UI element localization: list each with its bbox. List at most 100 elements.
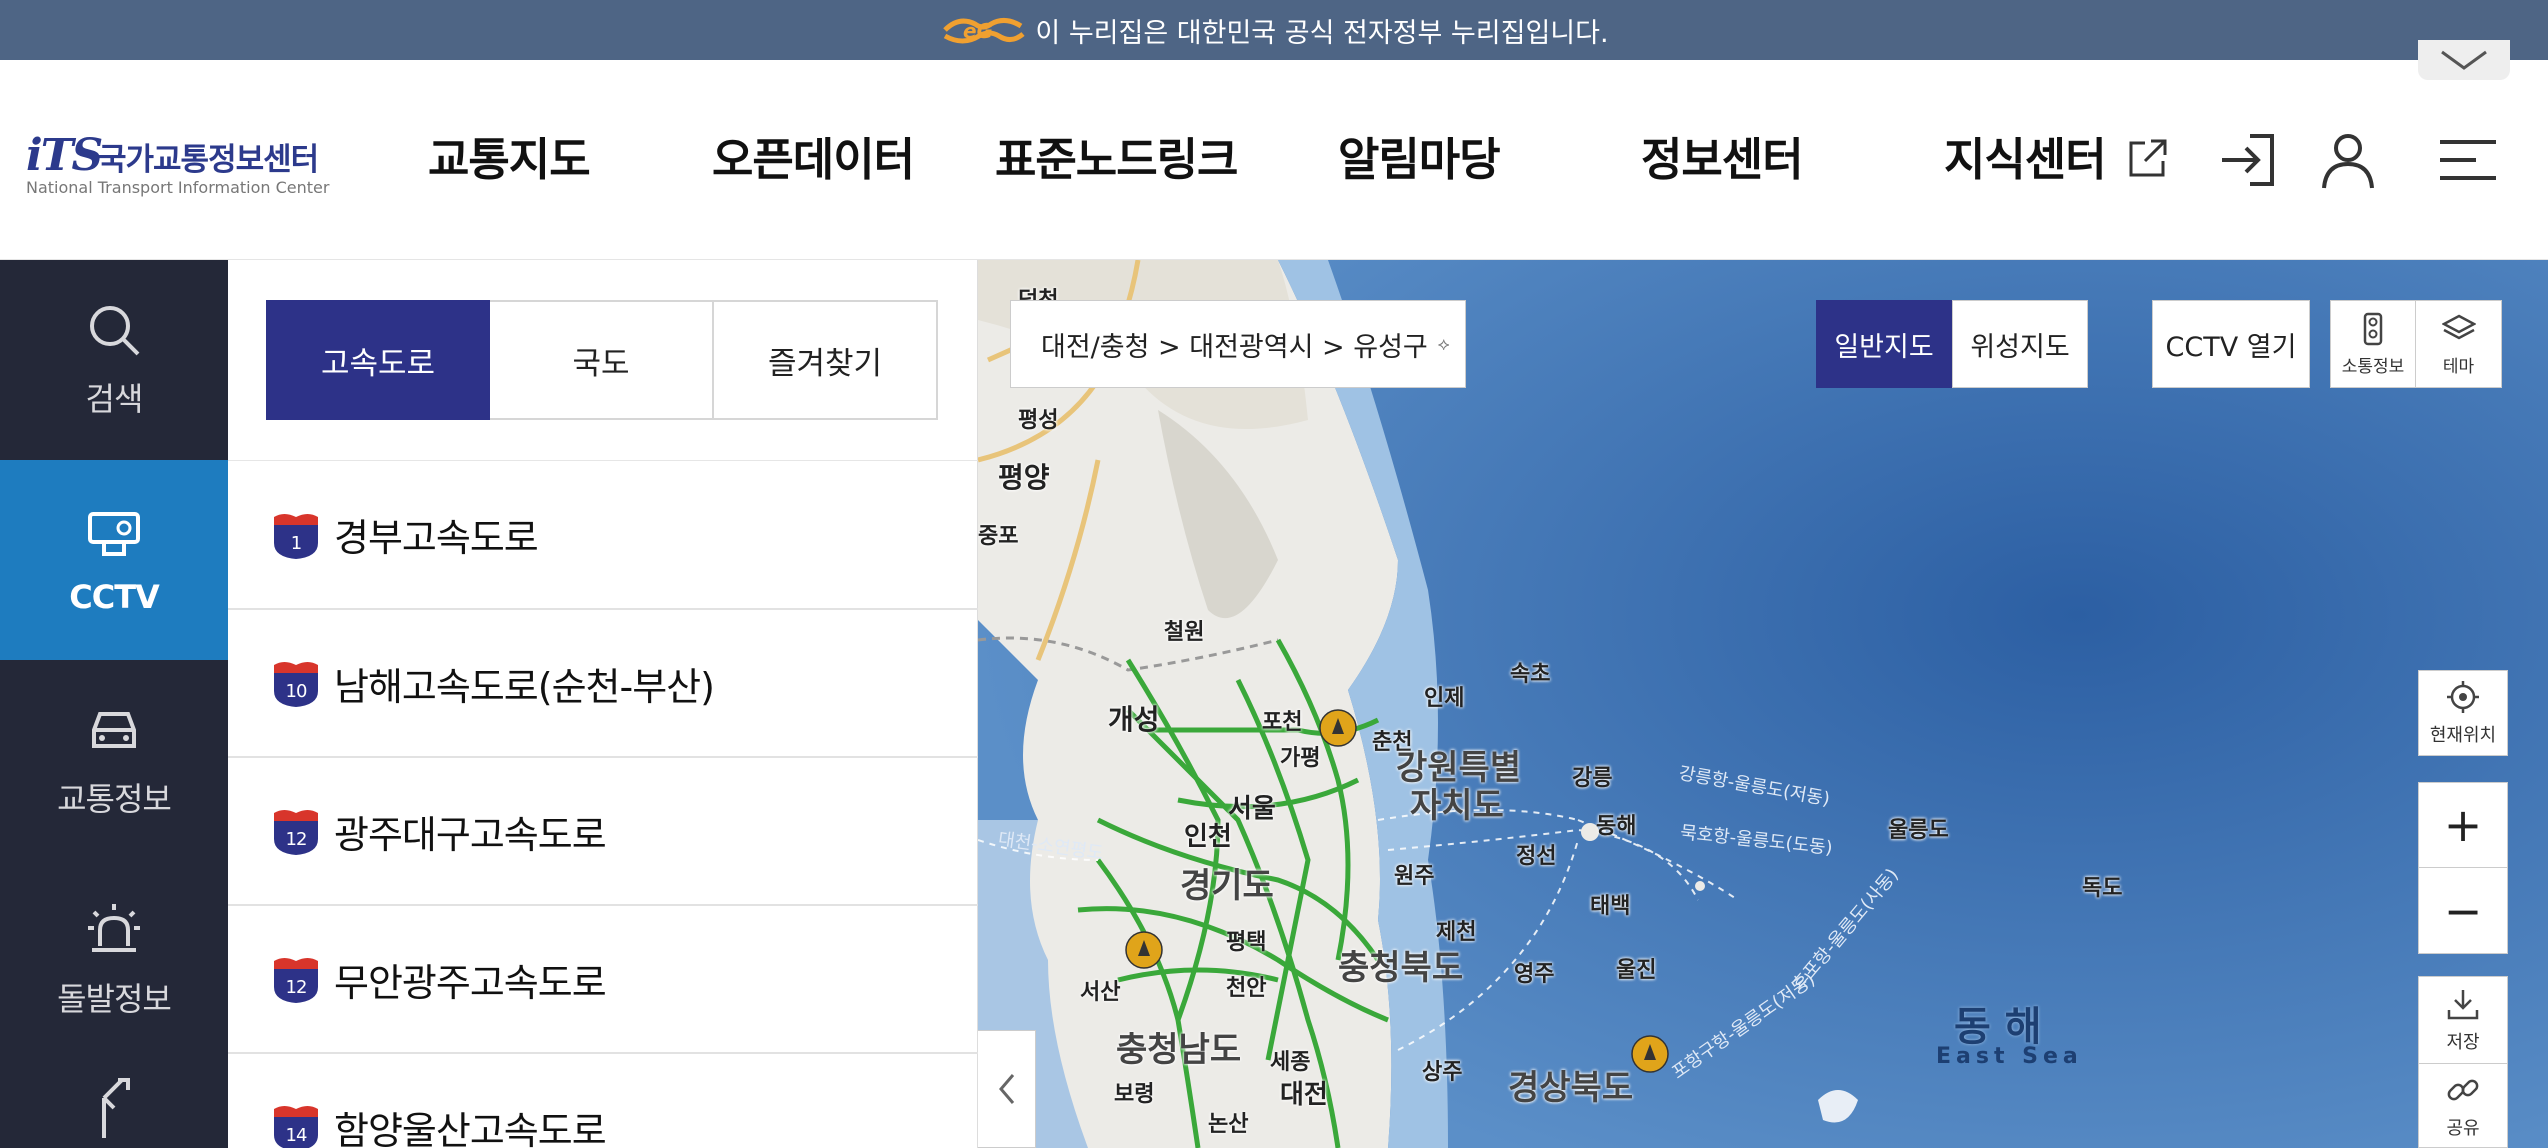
map-label: 철원	[1164, 620, 1205, 645]
site-header: iTS 국가교통정보센터 National Transport Informat…	[0, 60, 2548, 260]
gov-banner-text: 이 누리집은 대한민국 공식 전자정부 누리집입니다.	[1035, 17, 1609, 49]
login-icon[interactable]	[2216, 128, 2280, 192]
map-label: 서산	[1080, 980, 1121, 1005]
layers-icon	[2441, 314, 2476, 339]
nav-info-center[interactable]: 정보센터	[1641, 130, 1804, 190]
traffic-info-button[interactable]: 소통정보	[2330, 300, 2416, 388]
map-label: 태백	[1590, 894, 1631, 919]
share-button[interactable]: 공유	[2418, 1064, 2508, 1148]
zoom-out-button[interactable]: −	[2418, 868, 2508, 954]
gov-banner: eG 이 누리집은 대한민국 공식 전자정부 누리집입니다.	[0, 0, 2548, 60]
map-label: 울진	[1616, 958, 1657, 983]
tool-label: 테마	[2442, 356, 2475, 377]
sidebar-item-cctv[interactable]: CCTV	[0, 460, 228, 660]
site-logo[interactable]: iTS 국가교통정보센터 National Transport Informat…	[26, 130, 329, 200]
map-label: 상주	[1422, 1060, 1463, 1085]
region-breadcrumb[interactable]: 대전/충청 > 대전광역시 > 유성구 ⟡	[1010, 300, 1466, 388]
sidebar-item-label: 돌발정보	[57, 980, 172, 1018]
nav-traffic-map[interactable]: 교통지도	[428, 130, 591, 190]
svg-text:1: 1	[291, 533, 301, 554]
egov-logo-icon: eG	[943, 18, 1026, 44]
nav-notice[interactable]: 알림마당	[1338, 130, 1501, 190]
map-label: 충청북도	[1338, 948, 1464, 988]
map-label: 원주	[1394, 864, 1435, 889]
theme-button[interactable]: 테마	[2416, 300, 2502, 388]
road-type-tabs: 고속도로 국도 즐겨찾기	[266, 300, 938, 420]
map-label: 세종	[1270, 1050, 1311, 1075]
nav-knowledge-center[interactable]: 지식센터	[1944, 130, 2107, 190]
tab-favorites[interactable]: 즐겨찾기	[714, 300, 938, 420]
list-item[interactable]: 12 광주대구고속도로	[228, 756, 978, 904]
road-list: 1 경부고속도로 10 남해고속도로(순천-부산) 12 광주대구고속도로 12…	[228, 460, 978, 1148]
menu-icon[interactable]	[2436, 128, 2500, 192]
user-icon[interactable]	[2316, 128, 2380, 192]
sidebar-item-search[interactable]: 검색	[0, 260, 228, 460]
plus-icon: +	[2443, 798, 2483, 852]
svg-text:eG: eG	[963, 19, 993, 43]
sidebar-item-traffic[interactable]: 교통정보	[0, 660, 228, 860]
cctv-open-button[interactable]: CCTV 열기	[2152, 300, 2310, 388]
map-label: 포천	[1262, 710, 1303, 735]
current-location-button[interactable]: 현재위치	[2418, 670, 2508, 756]
map-label: 논산	[1208, 1112, 1249, 1137]
sidebar-item-incident[interactable]: 돌발정보	[0, 860, 228, 1060]
zoom-in-button[interactable]: +	[2418, 782, 2508, 868]
map-label: 울릉도	[1888, 818, 1949, 843]
list-item[interactable]: 12 무안광주고속도로	[228, 904, 978, 1052]
satellite-map-button[interactable]: 위성지도	[1952, 300, 2088, 388]
map-label: 충청남도	[1116, 1030, 1242, 1070]
svg-text:12: 12	[286, 829, 307, 850]
siren-icon	[88, 904, 140, 952]
route-icon	[102, 1078, 130, 1138]
road-name: 경부고속도로	[334, 516, 539, 560]
breadcrumb-toggle-icon[interactable]: ⟡	[1438, 334, 1450, 355]
map-label: 영주	[1514, 962, 1555, 987]
map-label: 정선	[1516, 844, 1557, 869]
search-icon	[90, 306, 140, 356]
map-label: 속초	[1510, 662, 1551, 687]
map-label: 평성	[1018, 408, 1059, 433]
control-label: 공유	[2446, 1117, 2480, 1139]
expressway-shield-icon: 12	[274, 958, 318, 1003]
expressway-shield-icon: 12	[274, 810, 318, 855]
panel-collapse-button[interactable]	[978, 1030, 1036, 1148]
map-label: 대전	[1280, 1080, 1328, 1110]
sidebar-item-route[interactable]	[0, 1060, 228, 1148]
tab-expressway[interactable]: 고속도로	[266, 300, 490, 420]
road-name: 남해고속도로(순천-부산)	[334, 664, 715, 709]
road-name: 함양울산고속도로	[334, 1108, 607, 1148]
list-item[interactable]: 10 남해고속도로(순천-부산)	[228, 608, 978, 756]
left-sidebar: 검색 CCTV 교통정보 돌발정보	[0, 260, 228, 1148]
nav-open-data[interactable]: 오픈데이터	[712, 130, 915, 190]
traffic-map[interactable]: 덕천 평성 평양 중포 철원 개성 포천 인제 속초 춘천 가평 서울 강원특별…	[978, 260, 2548, 1148]
svg-text:12: 12	[286, 977, 307, 998]
control-label: 현재위치	[2429, 725, 2497, 746]
list-item[interactable]: 14 함양울산고속도로	[228, 1052, 978, 1148]
minus-icon: −	[2443, 883, 2483, 938]
map-label: 개성	[1108, 703, 1160, 736]
map-label: 독도	[2082, 876, 2123, 901]
expressway-shield-icon: 1	[274, 513, 318, 559]
crosshair-icon	[2447, 681, 2479, 713]
external-link-icon[interactable]	[2125, 137, 2169, 181]
svg-text:14: 14	[286, 1125, 307, 1146]
chevron-left-icon	[998, 1074, 1014, 1104]
map-tools: 소통정보 테마	[2330, 300, 2502, 388]
header-collapse-tab[interactable]	[2418, 40, 2510, 80]
logo-korean-name: 국가교통정보센터	[98, 142, 319, 178]
general-map-button[interactable]: 일반지도	[1816, 300, 1952, 388]
chevron-down-icon	[2441, 50, 2487, 70]
nav-standard-node-link[interactable]: 표준노드링크	[995, 130, 1238, 190]
map-label: 강릉	[1572, 766, 1613, 791]
expressway-shield-icon: 10	[274, 662, 318, 707]
control-label: 저장	[2446, 1032, 2480, 1053]
tab-national-road[interactable]: 국도	[490, 300, 714, 420]
list-item[interactable]: 1 경부고속도로	[228, 460, 978, 608]
map-label: 천안	[1226, 976, 1267, 1001]
road-name: 무안광주고속도로	[334, 960, 607, 1005]
tool-label: 소통정보	[2341, 356, 2405, 377]
map-label: 중포	[978, 524, 1019, 549]
car-icon	[92, 712, 136, 748]
save-button[interactable]: 저장	[2418, 976, 2508, 1064]
breadcrumb-text: 대전/충청 > 대전광역시 > 유성구	[1041, 331, 1428, 363]
